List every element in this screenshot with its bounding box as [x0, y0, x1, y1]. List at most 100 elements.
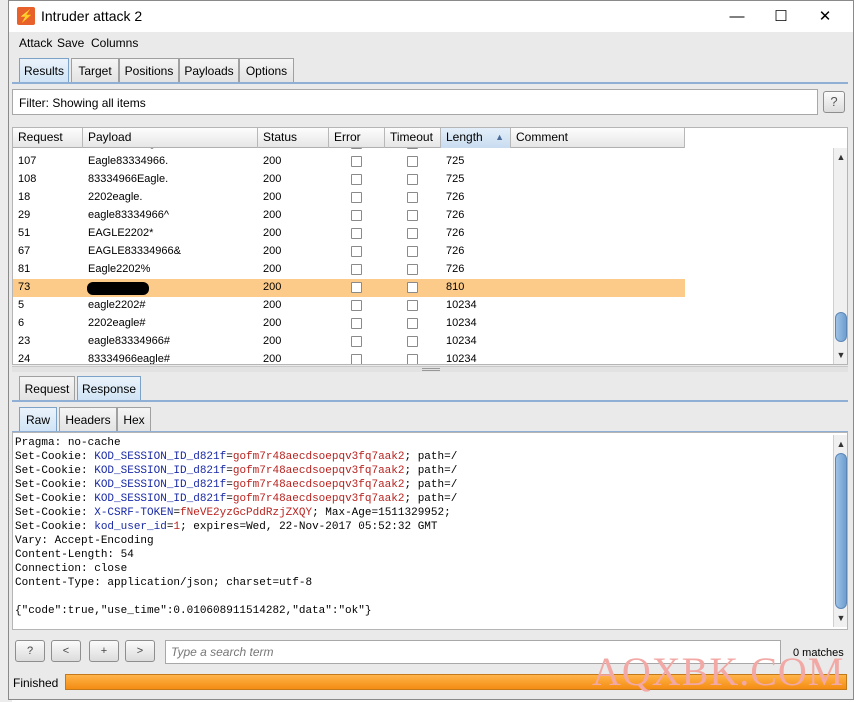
tab-response[interactable]: Response	[77, 376, 141, 401]
response-scroll-thumb[interactable]	[835, 453, 847, 609]
error-checkbox	[351, 174, 362, 185]
timeout-checkbox	[407, 300, 418, 311]
column-header-payload[interactable]: Payload	[83, 128, 258, 148]
cell-length: 10234	[446, 299, 477, 311]
cell-length: 10234	[446, 335, 477, 347]
cell-status: 200	[263, 209, 282, 221]
cell-request: 81	[18, 263, 31, 275]
table-row[interactable]: 81 Eagle2202% 200 726	[13, 261, 685, 279]
tab-target[interactable]: Target	[71, 58, 119, 83]
table-row[interactable]: 24 83334966eagle# 200 10234	[13, 351, 685, 365]
header-name: Set-Cookie	[15, 493, 82, 505]
pane-splitter[interactable]	[12, 366, 848, 372]
maximize-button[interactable]: ☐	[759, 3, 803, 30]
results-scrollbar[interactable]: ▲ ▼	[833, 148, 847, 364]
splitter-grip-icon	[422, 368, 440, 371]
scroll-down-arrow-icon[interactable]: ▼	[834, 611, 847, 625]
header-name: Set-Cookie	[15, 465, 82, 477]
error-checkbox	[351, 192, 362, 203]
cell-request: 18	[18, 191, 31, 203]
results-table: 10683334966eagle200725107Eagle83334966.2…	[12, 127, 848, 365]
cell-length: 725	[446, 155, 465, 167]
error-checkbox	[351, 336, 362, 347]
tab-headers[interactable]: Headers	[59, 407, 117, 432]
cookie-value: gofm7r48aecdsoepqv3fq7aak2	[232, 465, 405, 477]
filter-help-button[interactable]: ?	[823, 91, 845, 113]
cell-request: 24	[18, 353, 31, 365]
response-line: Set-Cookie: KOD_SESSION_ID_d821f=gofm7r4…	[15, 465, 458, 477]
cell-request: 23	[18, 335, 31, 347]
add-search-button[interactable]: +	[89, 640, 119, 662]
minimize-button[interactable]: —	[715, 3, 759, 30]
cell-payload: eagle2202#	[88, 299, 146, 311]
table-header: Request Payload Status Error Timeout Len…	[13, 128, 685, 148]
table-row[interactable]: 107 Eagle83334966. 200 725	[13, 153, 685, 171]
table-row[interactable]: 108 83334966Eagle. 200 725	[13, 171, 685, 189]
header-value: close	[94, 563, 128, 575]
table-row[interactable]: 29 eagle83334966^ 200 726	[13, 207, 685, 225]
response-line: Set-Cookie: kod_user_id=1; expires=Wed, …	[15, 521, 438, 533]
menu-attack[interactable]: Attack	[19, 36, 52, 50]
column-header-timeout[interactable]: Timeout	[385, 128, 441, 148]
previous-match-button[interactable]: <	[51, 640, 81, 662]
column-header-comment[interactable]: Comment	[511, 128, 685, 148]
tab-positions[interactable]: Positions	[119, 58, 179, 83]
status-text: Finished	[13, 676, 59, 690]
table-row[interactable]: 73 200 810	[13, 279, 685, 297]
table-row[interactable]: 6 2202eagle# 200 10234	[13, 315, 685, 333]
cell-payload: eagle83334966^	[88, 209, 170, 221]
table-row[interactable]: 51 EAGLE2202* 200 726	[13, 225, 685, 243]
cookie-attributes: ; path=/	[404, 493, 458, 505]
scroll-up-arrow-icon[interactable]: ▲	[834, 437, 847, 451]
table-row[interactable]: 18 2202eagle. 200 726	[13, 189, 685, 207]
cell-status: 200	[263, 353, 282, 365]
tab-options[interactable]: Options	[239, 58, 294, 83]
cookie-name: KOD_SESSION_ID_d821f	[94, 451, 227, 463]
timeout-checkbox	[407, 228, 418, 239]
tab-results[interactable]: Results	[19, 58, 69, 83]
table-row[interactable]: 67 EAGLE83334966& 200 726	[13, 243, 685, 261]
response-editor[interactable]: Pragma: no-cache Set-Cookie: KOD_SESSION_…	[12, 432, 848, 630]
cookie-attributes: ; path=/	[404, 479, 458, 491]
header-value: Accept-Encoding	[54, 535, 154, 547]
tab-payloads[interactable]: Payloads	[179, 58, 239, 83]
menu-columns[interactable]: Columns	[91, 36, 138, 50]
intruder-attack-window: ⚡ Intruder attack 2 — ☐ ✕ Attack Save Co…	[8, 0, 854, 700]
cell-payload: 83334966eagle#	[88, 353, 170, 365]
cookie-name: KOD_SESSION_ID_d821f	[94, 479, 227, 491]
title-bar: ⚡ Intruder attack 2 — ☐ ✕	[9, 1, 853, 32]
tab-request[interactable]: Request	[19, 376, 75, 401]
table-row[interactable]: 23 eagle83334966# 200 10234	[13, 333, 685, 351]
scroll-up-arrow-icon[interactable]: ▲	[834, 150, 847, 164]
sort-ascending-icon: ▲	[495, 132, 504, 142]
cell-payload: 2202eagle#	[88, 317, 146, 329]
column-header-status[interactable]: Status	[258, 128, 329, 148]
search-help-button[interactable]: ?	[15, 640, 45, 662]
next-match-button[interactable]: >	[125, 640, 155, 662]
filter-bar[interactable]: Filter: Showing all items	[12, 89, 818, 115]
response-line	[15, 590, 457, 604]
column-header-length[interactable]: Length ▲	[441, 128, 511, 148]
response-line: {"code":true,"use_time":0.01060891151428…	[15, 604, 457, 618]
column-header-error[interactable]: Error	[329, 128, 385, 148]
header-name: Set-Cookie	[15, 479, 82, 491]
response-scrollbar[interactable]: ▲ ▼	[833, 435, 847, 627]
scroll-down-arrow-icon[interactable]: ▼	[834, 348, 847, 362]
cell-length: 10234	[446, 317, 477, 329]
results-scroll-thumb[interactable]	[835, 312, 847, 342]
tab-raw[interactable]: Raw	[19, 407, 57, 432]
header-name: Content-Length	[15, 549, 108, 561]
header-name: Vary	[15, 535, 42, 547]
cell-length: 725	[446, 173, 465, 185]
cell-length: 10234	[446, 353, 477, 365]
cell-request: 107	[18, 155, 37, 167]
cookie-name: X-CSRF-TOKEN	[94, 507, 174, 519]
cell-status: 200	[263, 173, 282, 185]
menu-save[interactable]: Save	[57, 36, 84, 50]
response-line: Set-Cookie: KOD_SESSION_ID_d821f=gofm7r4…	[15, 493, 458, 505]
tab-hex[interactable]: Hex	[117, 407, 151, 432]
table-row[interactable]: 5 eagle2202# 200 10234	[13, 297, 685, 315]
close-button[interactable]: ✕	[803, 3, 847, 30]
column-header-request[interactable]: Request	[13, 128, 83, 148]
cookie-value: fNeVE2yzGcPddRzjZXQY	[180, 507, 313, 519]
